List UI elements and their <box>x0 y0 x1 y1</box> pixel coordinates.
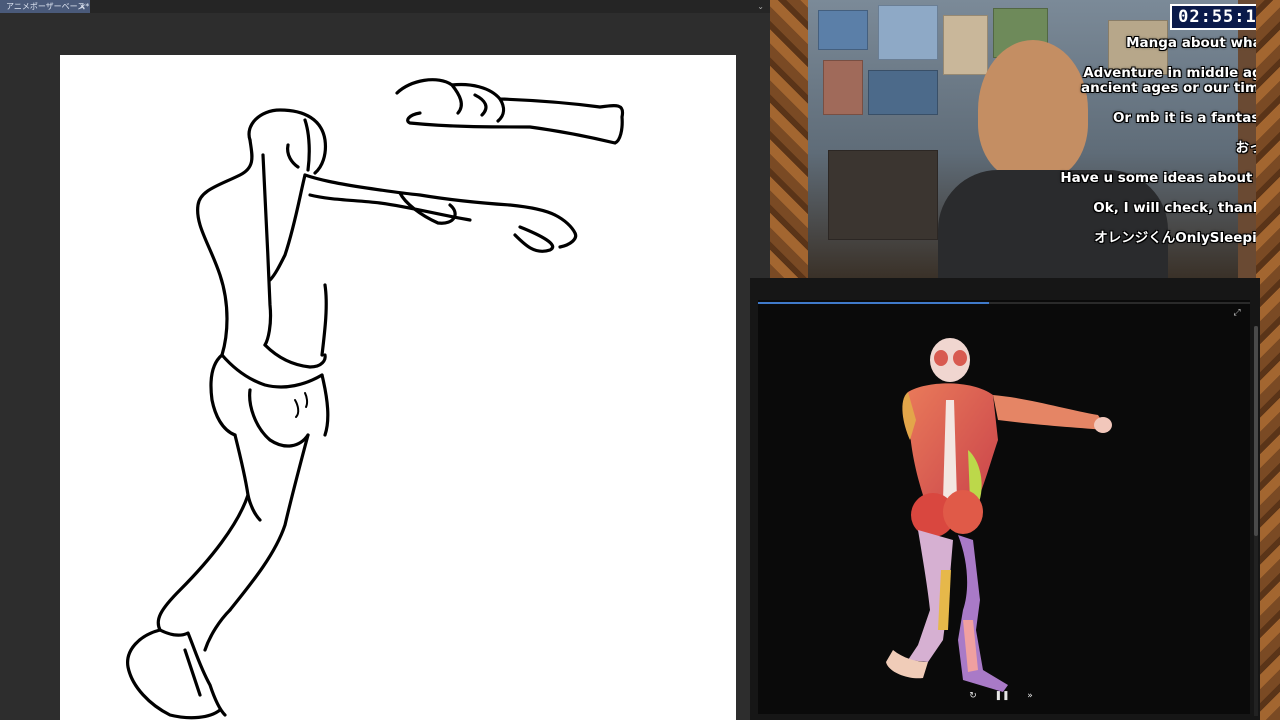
drawing-canvas[interactable] <box>60 55 736 720</box>
document-tab-bar: アニメポーザーベース* × ⌄ <box>0 0 770 13</box>
expand-icon[interactable]: ⤢ <box>1232 308 1242 318</box>
playback-progress[interactable] <box>758 302 1250 304</box>
shelf <box>828 150 938 240</box>
poster-tile <box>878 5 938 60</box>
playback-progress-fill <box>758 302 990 304</box>
webcam-feed: 02:55:17 Manga about what? Adventure in … <box>770 0 1280 278</box>
forward-button[interactable]: » <box>1022 688 1038 704</box>
sketch-figure <box>126 78 625 720</box>
poster-tile <box>823 60 863 115</box>
document-tab[interactable]: アニメポーザーベース* × <box>0 0 90 13</box>
anatomy-viewer: ⤢ ↻ ❚❚ » <box>750 278 1260 720</box>
scrollbar-thumb[interactable] <box>1254 326 1258 536</box>
scrollbar[interactable] <box>1254 326 1258 716</box>
poster-tile <box>818 10 868 50</box>
chat-message: Adventure in middle age, <box>1083 65 1276 81</box>
screen: アニメポーザーベース* × ⌄ 02:55:17 Manga about wha… <box>0 0 1280 720</box>
chat-message: Ok, I will check, thank u <box>1093 200 1276 216</box>
playback-controls: ↻ ❚❚ » <box>750 688 1260 708</box>
chevron-down-icon[interactable]: ⌄ <box>757 0 764 13</box>
chat-message: Or mb it is a fantasy? <box>1112 110 1276 126</box>
document-tab-title: アニメポーザーベース* <box>6 2 90 11</box>
poster-tile <box>943 15 988 75</box>
reset-button[interactable]: ↻ <box>965 688 981 704</box>
drawing-app: アニメポーザーベース* × ⌄ <box>0 0 770 720</box>
viewer-viewport[interactable] <box>758 300 1250 714</box>
chat-message: オレンジくんOnlySleeping <box>1094 230 1276 246</box>
muscle-model <box>886 338 1112 692</box>
pause-button[interactable]: ❚❚ <box>994 688 1010 704</box>
chat-message: Have u some ideas about it? <box>1060 170 1276 186</box>
decorative-pattern-left <box>770 0 810 278</box>
chat-overlay: Manga about what? Adventure in middle ag… <box>1016 36 1276 261</box>
close-tab-icon[interactable]: × <box>79 0 86 13</box>
poster-tile <box>868 70 938 115</box>
chat-message: ancient ages or our time? <box>1081 80 1276 96</box>
chat-message: Manga about what? <box>1126 35 1276 51</box>
canvas-area <box>0 13 770 720</box>
chat-message: おっは <box>1016 141 1277 156</box>
